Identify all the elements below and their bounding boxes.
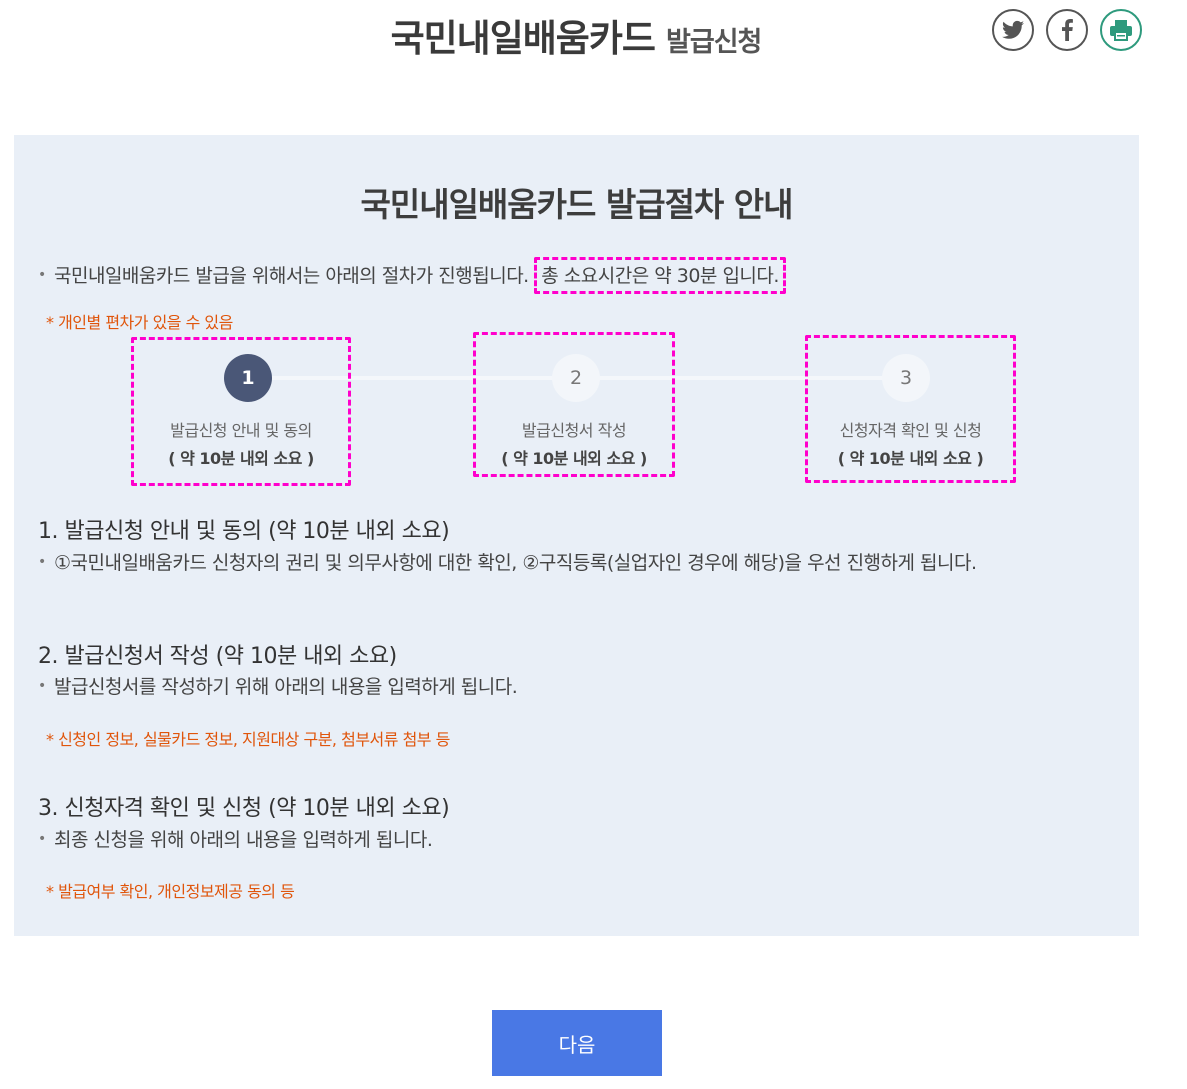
bullet-icon: • — [38, 831, 46, 847]
page-header: 국민내일배움카드 발급신청 — [0, 0, 1187, 80]
section-1-desc: ①국민내일배움카드 신청자의 권리 및 의무사항에 대한 확인, ②구직등록(실… — [54, 552, 977, 574]
step-2-circle: 2 — [552, 354, 600, 402]
section-3-note: * 발급여부 확인, 개인정보제공 동의 등 — [46, 882, 295, 901]
twitter-icon — [1002, 20, 1024, 39]
twitter-share-button[interactable] — [992, 9, 1034, 51]
bullet-icon: • — [38, 678, 46, 694]
section-2-note: * 신청인 정보, 실물카드 정보, 지원대상 구분, 첨부서류 첨부 등 — [46, 730, 450, 749]
guide-title: 국민내일배움카드 발급절차 안내 — [360, 185, 793, 224]
page-title: 국민내일배움카드 발급신청 — [0, 8, 1152, 62]
guide-box: 국민내일배움카드 발급절차 안내 • 국민내일배움카드 발급을 위해서는 아래의 … — [14, 135, 1139, 936]
step-1-label: 발급신청 안내 및 동의 — [170, 421, 312, 440]
facebook-icon — [1062, 19, 1073, 41]
print-button[interactable] — [1100, 9, 1142, 51]
intro-text: 국민내일배움카드 발급을 위해서는 아래의 절차가 진행됩니다. — [54, 265, 529, 287]
step-1-time: ( 약 10분 내외 소요 ) — [168, 449, 314, 468]
share-bar — [992, 9, 1142, 51]
section-3-desc-line: • 최종 신청을 위해 아래의 내용을 입력하게 됩니다. — [38, 825, 433, 852]
section-3-heading: 3. 신청자격 확인 및 신청 (약 10분 내외 소요) — [38, 796, 450, 821]
facebook-share-button[interactable] — [1046, 9, 1088, 51]
bullet-icon: • — [38, 554, 46, 570]
step-3-label: 신청자격 확인 및 신청 — [839, 421, 982, 440]
section-2-heading: 2. 발급신청서 작성 (약 10분 내외 소요) — [38, 644, 397, 669]
variance-note: * 개인별 편차가 있을 수 있음 — [46, 313, 233, 332]
printer-icon — [1110, 20, 1132, 41]
total-time-highlight: 총 소요시간은 약 30분 입니다. — [534, 257, 786, 294]
step-2-time: ( 약 10분 내외 소요 ) — [501, 449, 647, 468]
page-title-main: 국민내일배움카드 — [390, 17, 656, 60]
step-2-label: 발급신청서 작성 — [521, 421, 627, 440]
step-1-circle: 1 — [224, 354, 272, 402]
step-3-time: ( 약 10분 내외 소요 ) — [837, 449, 984, 468]
section-1-desc-line: • ①국민내일배움카드 신청자의 권리 및 의무사항에 대한 확인, ②구직등록(… — [38, 548, 977, 575]
step-3-circle: 3 — [882, 354, 930, 402]
bullet-icon: • — [38, 267, 46, 283]
section-2-desc: 발급신청서를 작성하기 위해 아래의 내용을 입력하게 됩니다. — [54, 676, 518, 698]
section-3-desc: 최종 신청을 위해 아래의 내용을 입력하게 됩니다. — [54, 829, 433, 851]
next-button[interactable]: 다음 — [492, 1010, 662, 1076]
section-2-desc-line: • 발급신청서를 작성하기 위해 아래의 내용을 입력하게 됩니다. — [38, 672, 518, 699]
intro-line: • 국민내일배움카드 발급을 위해서는 아래의 절차가 진행됩니다. 총 소요시간… — [38, 257, 786, 294]
section-1-heading: 1. 발급신청 안내 및 동의 (약 10분 내외 소요) — [38, 519, 450, 544]
page-title-sub: 발급신청 — [666, 27, 762, 58]
